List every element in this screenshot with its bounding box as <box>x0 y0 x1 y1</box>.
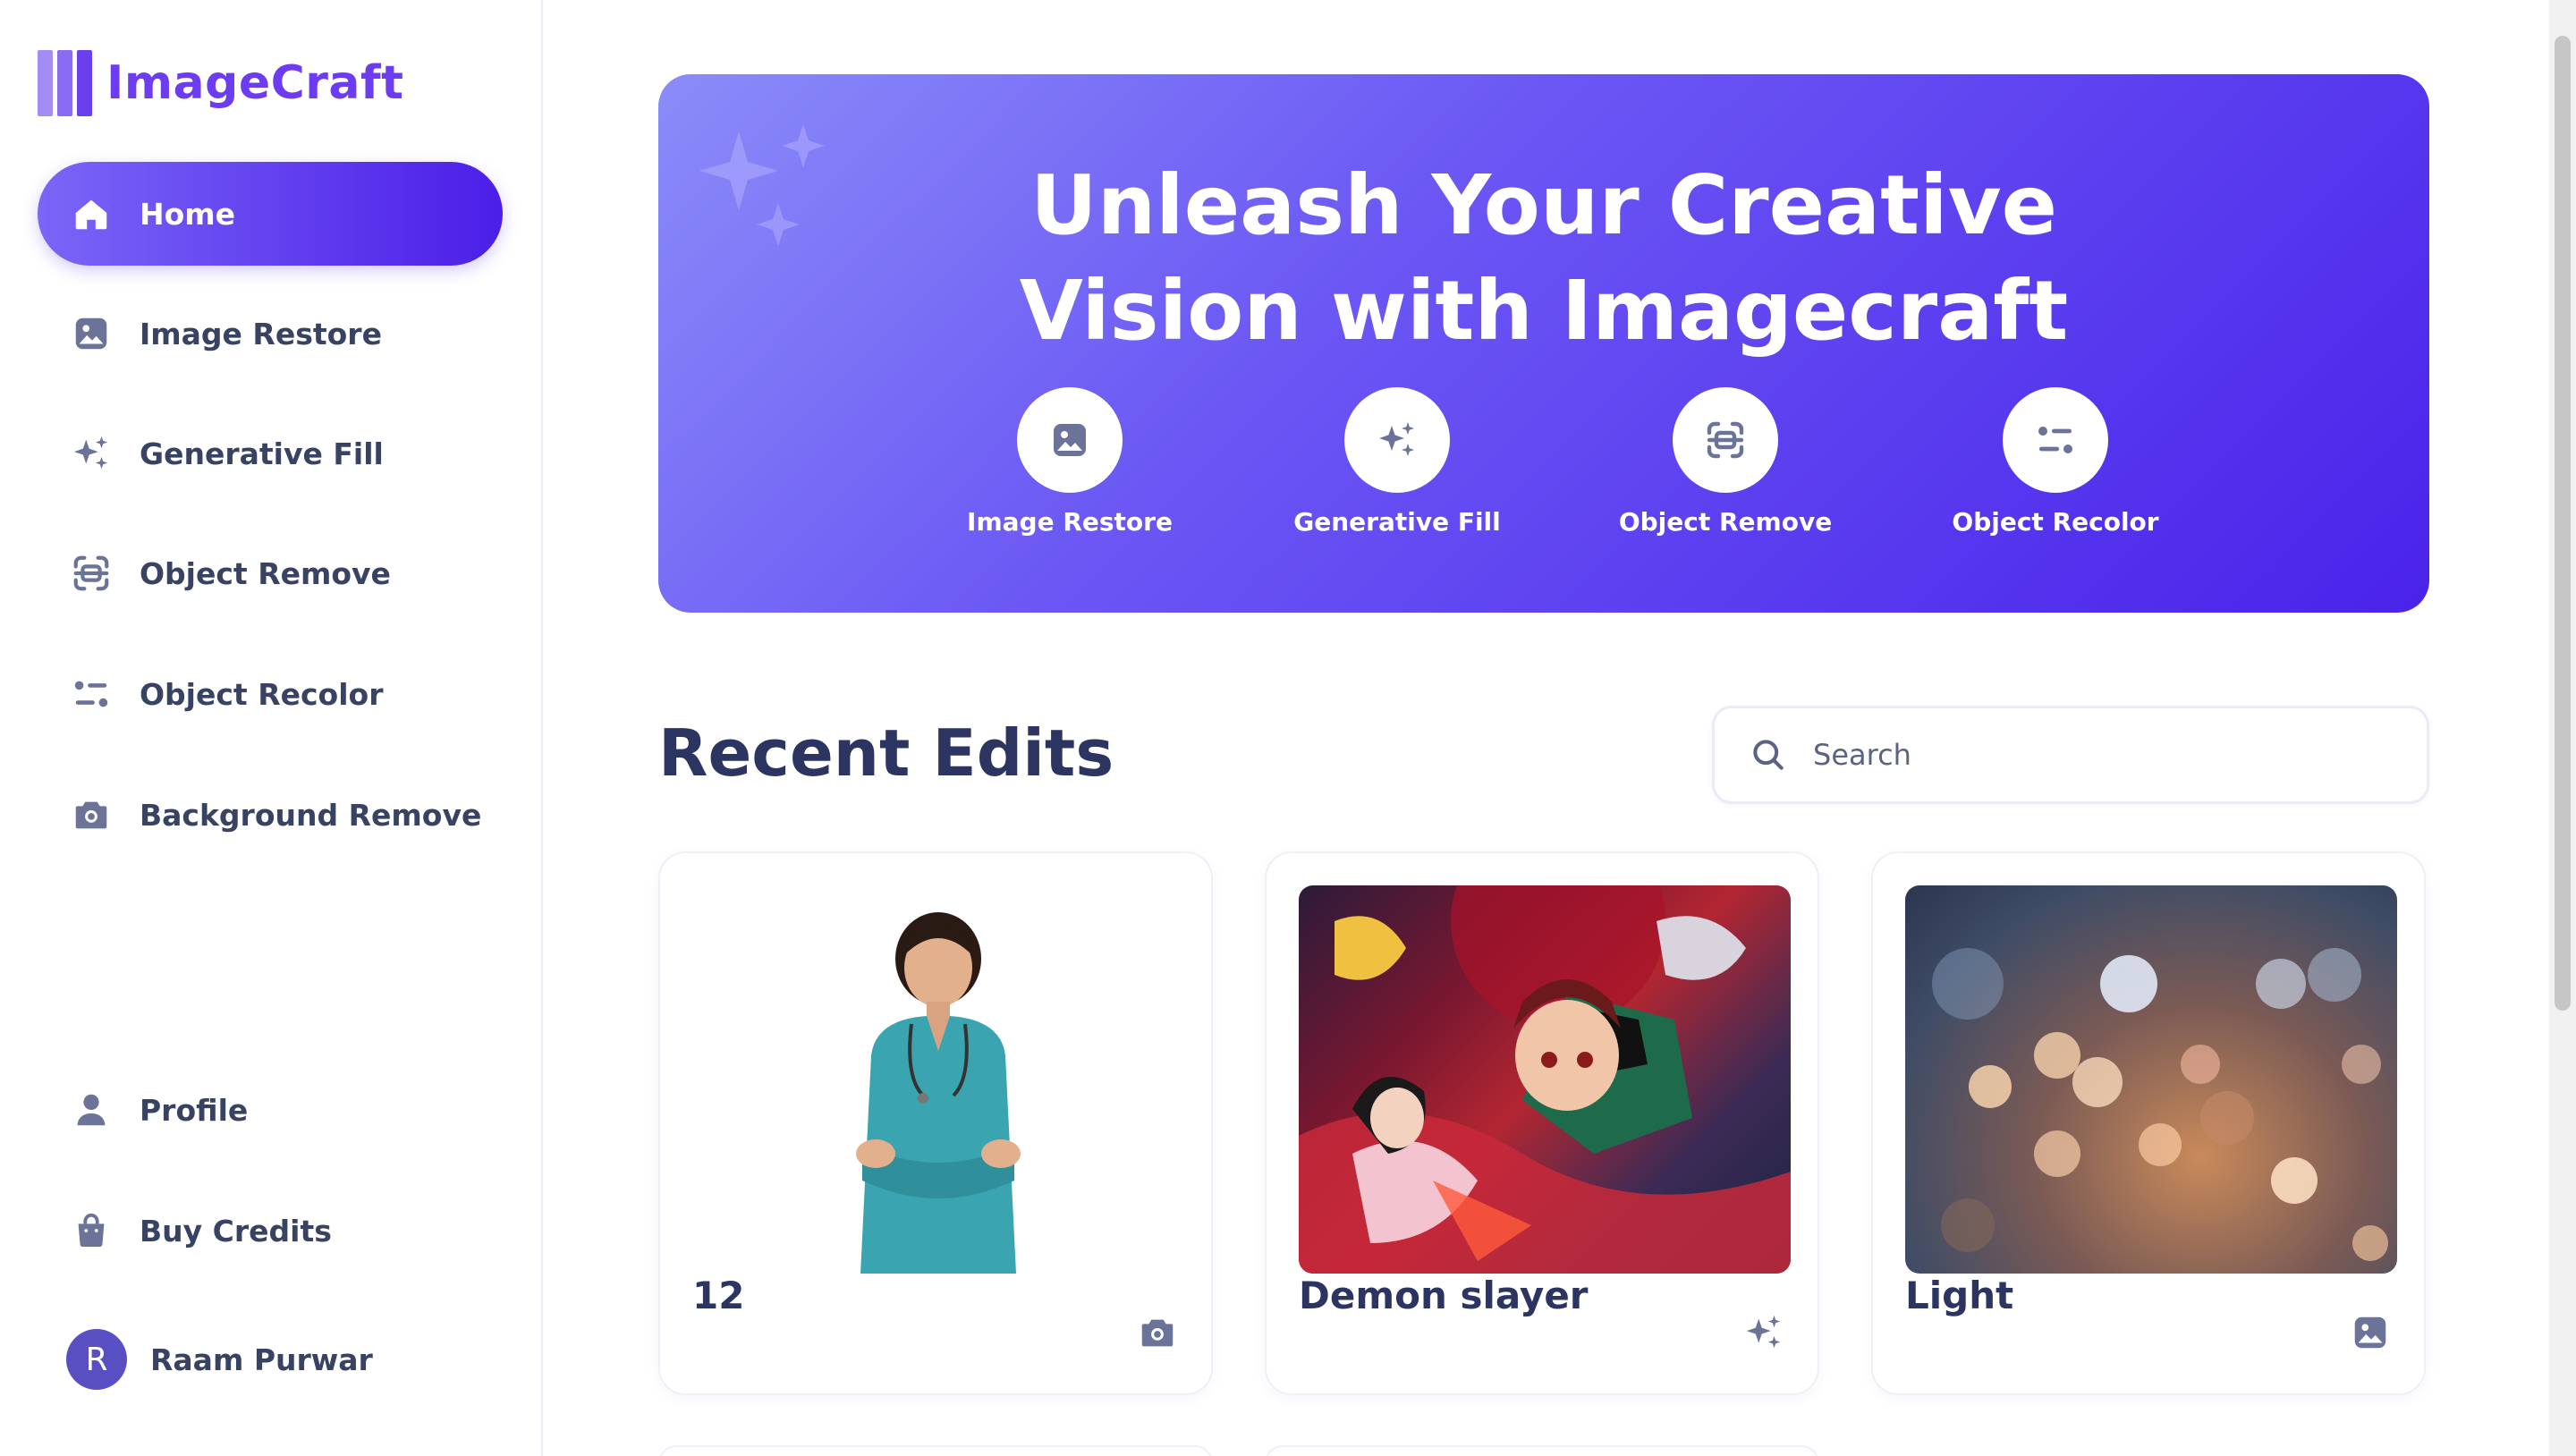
sidebar-item-label: Buy Credits <box>140 1213 332 1249</box>
sparkles-icon <box>70 432 113 475</box>
search-box[interactable] <box>1712 706 2429 804</box>
feature-label: Object Remove <box>1618 507 1833 537</box>
card-thumbnail <box>1299 885 1791 1274</box>
recent-edit-card-partial[interactable] <box>1265 1445 1819 1456</box>
recent-edit-card[interactable]: 12 <box>658 851 1213 1395</box>
filter-icon <box>70 673 113 715</box>
hero-feature-generative-fill[interactable]: Generative Fill <box>1281 387 1513 537</box>
hero-title: Unleash Your Creative Vision with Imagec… <box>658 153 2429 364</box>
app-logo[interactable]: ImageCraft <box>38 50 404 116</box>
sidebar-item-label: Image Restore <box>140 316 382 351</box>
logo-mark-icon <box>38 50 92 116</box>
sidebar-item-label: Object Recolor <box>140 676 384 712</box>
search-icon <box>1753 740 1784 770</box>
feature-circle[interactable] <box>1017 387 1123 493</box>
sidebar-item-object-recolor[interactable]: Object Recolor <box>38 642 503 746</box>
hero-feature-object-remove[interactable]: Object Remove <box>1609 387 1842 537</box>
card-thumbnail <box>692 885 1184 1274</box>
camera-icon <box>70 793 113 836</box>
sidebar-item-image-restore[interactable]: Image Restore <box>38 282 503 385</box>
user-name: Raam Purwar <box>150 1342 373 1377</box>
feature-label: Image Restore <box>967 507 1173 537</box>
sparkles-icon <box>1379 422 1414 456</box>
feature-circle[interactable] <box>1673 387 1778 493</box>
sidebar-item-profile[interactable]: Profile <box>38 1058 503 1162</box>
card-thumbnail <box>1905 885 2397 1274</box>
image-icon <box>70 312 113 355</box>
hero-feature-image-restore[interactable]: Image Restore <box>953 387 1186 537</box>
image-icon <box>2349 1311 2392 1354</box>
hero-title-line: Vision with Imagecraft <box>1019 263 2069 359</box>
recent-edits-title: Recent Edits <box>658 715 1114 791</box>
recent-edit-card-partial[interactable] <box>658 1445 1213 1456</box>
hero-banner: Unleash Your Creative Vision with Imagec… <box>658 74 2429 613</box>
sidebar-item-label: Generative Fill <box>140 436 384 471</box>
hero-title-line: Unleash Your Creative <box>1030 157 2058 253</box>
sidebar-item-home[interactable]: Home <box>38 162 503 266</box>
sidebar-item-background-remove[interactable]: Background Remove <box>38 763 503 867</box>
sidebar-item-label: Profile <box>140 1092 249 1128</box>
user-profile[interactable]: R Raam Purwar <box>66 1329 373 1390</box>
scrollbar-thumb[interactable] <box>2555 36 2571 1011</box>
sparkles-icon <box>1742 1311 1785 1354</box>
camera-icon <box>1136 1311 1179 1354</box>
feature-circle[interactable] <box>2003 387 2108 493</box>
sidebar-item-label: Home <box>140 196 236 232</box>
filter-icon <box>2038 427 2072 453</box>
app-name: ImageCraft <box>106 56 404 110</box>
sidebar-item-buy-credits[interactable]: Buy Credits <box>38 1179 503 1282</box>
sidebar-item-object-remove[interactable]: Object Remove <box>38 521 503 625</box>
card-title: Light <box>1905 1274 2014 1317</box>
feature-label: Object Recolor <box>1952 507 2159 537</box>
sidebar: ImageCraft Home Image Restore Generative… <box>0 0 543 1456</box>
recent-edit-card[interactable]: Light <box>1871 851 2426 1395</box>
card-title: 12 <box>692 1274 745 1317</box>
nurse-photo <box>856 912 1021 1274</box>
avatar[interactable]: R <box>66 1329 127 1390</box>
scan-icon <box>1707 421 1744 459</box>
sidebar-item-label: Object Remove <box>140 555 391 591</box>
home-icon <box>70 192 113 235</box>
feature-label: Generative Fill <box>1293 507 1501 537</box>
sidebar-item-generative-fill[interactable]: Generative Fill <box>38 402 503 505</box>
scan-icon <box>70 552 113 595</box>
feature-circle[interactable] <box>1344 387 1450 493</box>
bokeh-photo <box>1932 948 2388 1261</box>
page-scrollbar[interactable] <box>2549 0 2576 1456</box>
bag-icon <box>70 1209 113 1252</box>
image-icon <box>1054 424 1086 456</box>
user-icon <box>70 1088 113 1131</box>
search-input[interactable] <box>1813 738 2350 772</box>
anime-artwork <box>1299 885 1791 1274</box>
sidebar-item-label: Background Remove <box>140 797 482 833</box>
card-title: Demon slayer <box>1299 1274 1589 1317</box>
recent-edit-card[interactable]: Demon slayer <box>1265 851 1819 1395</box>
hero-feature-object-recolor[interactable]: Object Recolor <box>1939 387 2172 537</box>
